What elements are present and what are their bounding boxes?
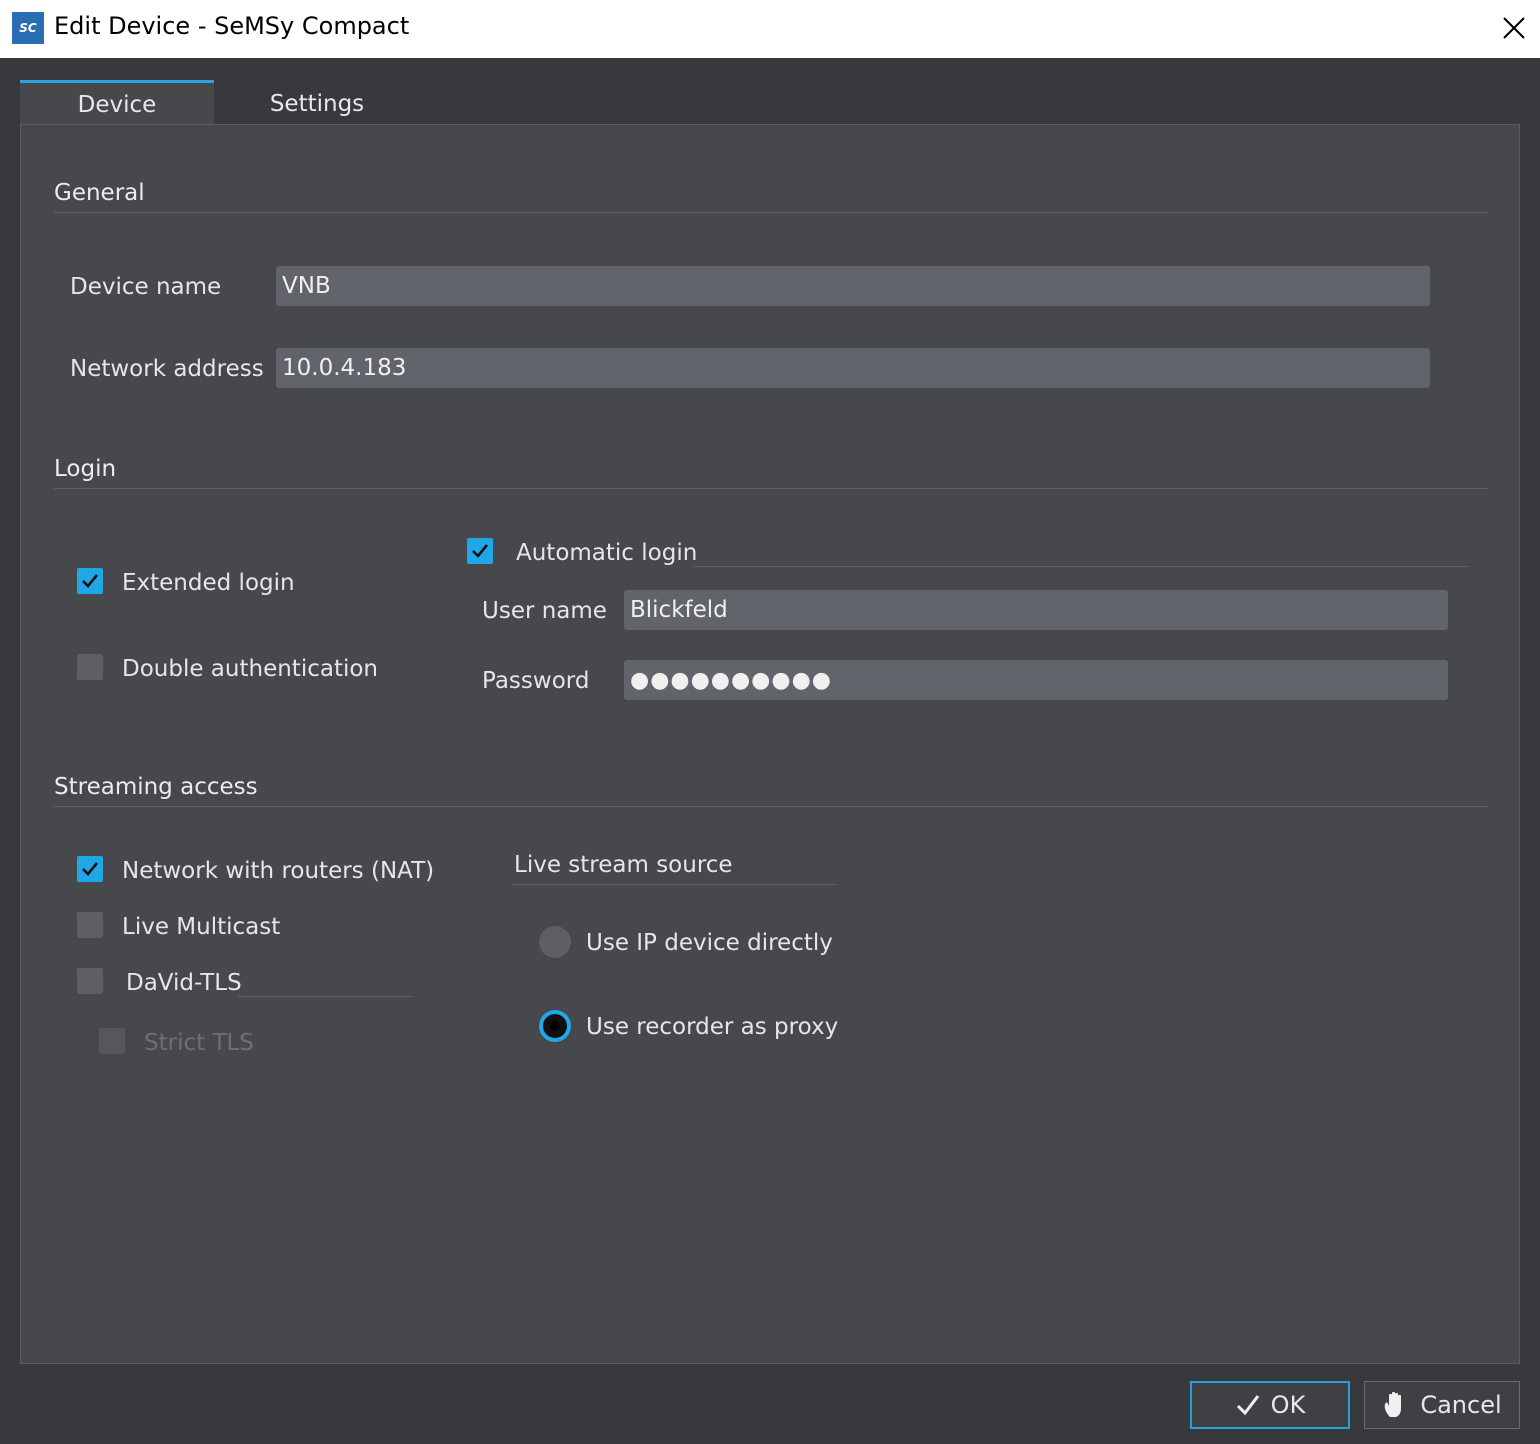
use-recorder-proxy-label: Use recorder as proxy: [586, 1014, 839, 1040]
extended-login-label: Extended login: [122, 570, 295, 596]
tab-settings[interactable]: Settings: [222, 82, 412, 126]
window-title: Edit Device - SeMSy Compact: [54, 12, 410, 40]
device-tab-panel: [20, 124, 1520, 1364]
david-tls-label: DaVid-TLS: [126, 970, 242, 996]
nat-checkbox[interactable]: [77, 856, 103, 882]
extended-login-checkbox[interactable]: [77, 568, 103, 594]
cancel-button-label: Cancel: [1420, 1391, 1502, 1419]
use-ip-device-label: Use IP device directly: [586, 930, 833, 956]
strict-tls-label: Strict TLS: [144, 1030, 254, 1056]
close-icon: [1503, 17, 1525, 39]
automatic-login-label: Automatic login: [516, 540, 698, 566]
app-logo-icon: SC: [12, 12, 44, 44]
tab-device[interactable]: Device: [20, 80, 214, 126]
section-divider: [54, 212, 1488, 213]
password-label: Password: [482, 668, 590, 694]
section-divider: [54, 488, 1488, 489]
device-name-label: Device name: [70, 274, 222, 300]
use-ip-device-radio[interactable]: [539, 926, 571, 958]
checkmark-icon: [82, 862, 99, 876]
network-address-label: Network address: [70, 356, 264, 382]
password-input[interactable]: ●●●●●●●●●●: [624, 660, 1448, 700]
live-multicast-label: Live Multicast: [122, 914, 281, 940]
section-login-title: Login: [54, 456, 117, 482]
user-name-input[interactable]: Blickfeld: [624, 590, 1448, 630]
user-name-label: User name: [482, 598, 607, 624]
groupbox-divider: [238, 996, 412, 997]
network-address-input[interactable]: 10.0.4.183: [276, 348, 1430, 388]
section-general-title: General: [54, 180, 145, 206]
groupbox-divider: [512, 884, 836, 885]
title-bar: SC Edit Device - SeMSy Compact: [0, 0, 1540, 58]
ok-button[interactable]: OK: [1190, 1381, 1350, 1429]
use-recorder-proxy-radio[interactable]: [539, 1010, 571, 1042]
cancel-button[interactable]: Cancel: [1364, 1381, 1520, 1429]
checkmark-icon: [82, 574, 99, 588]
hand-stop-icon: [1385, 1391, 1402, 1417]
close-window-button[interactable]: [1496, 10, 1532, 46]
device-name-input[interactable]: VNB: [276, 266, 1430, 306]
strict-tls-checkbox[interactable]: [99, 1028, 125, 1054]
checkmark-icon: [1236, 1395, 1259, 1416]
section-streaming-title: Streaming access: [54, 774, 258, 800]
nat-label: Network with routers (NAT): [122, 858, 435, 884]
double-authentication-checkbox[interactable]: [77, 654, 103, 680]
groupbox-divider: [694, 566, 1470, 567]
live-stream-source-title: Live stream source: [514, 852, 733, 878]
section-divider: [54, 806, 1488, 807]
live-multicast-checkbox[interactable]: [77, 912, 103, 938]
ok-button-label: OK: [1270, 1391, 1306, 1419]
automatic-login-checkbox[interactable]: [467, 538, 493, 564]
double-authentication-label: Double authentication: [122, 656, 379, 682]
checkmark-icon: [472, 544, 489, 558]
david-tls-checkbox[interactable]: [77, 968, 103, 994]
